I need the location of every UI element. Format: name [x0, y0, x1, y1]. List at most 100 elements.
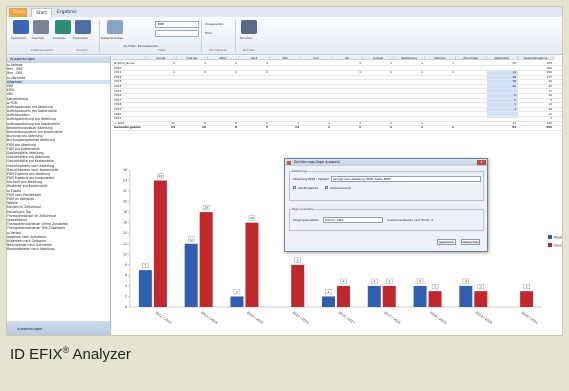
selection-button[interactable]: Auswahl: [53, 36, 66, 40]
subentries-icon[interactable]: [107, 20, 123, 34]
table-cell[interactable]: [239, 79, 270, 83]
table-cell[interactable]: 186: [518, 66, 554, 70]
table-cell[interactable]: [456, 75, 487, 79]
table-cell[interactable]: [239, 107, 270, 111]
table-cell[interactable]: 50: [518, 93, 554, 97]
table-cell[interactable]: 1: [332, 121, 363, 125]
subentries-button[interactable]: Rebeneinträge: [101, 36, 123, 40]
table-cell[interactable]: [456, 84, 487, 88]
row-header[interactable]: 2013: [112, 79, 146, 83]
cancel-button[interactable]: Abbrechen: [461, 239, 480, 245]
table-cell[interactable]: 5: [487, 98, 518, 102]
table-cell[interactable]: [394, 66, 425, 70]
tree-item[interactable]: Bestandsdaten nach Abteilung: [7, 247, 110, 251]
table-cell[interactable]: [456, 112, 487, 116]
table-cell[interactable]: 8: [487, 93, 518, 97]
table-cell[interactable]: [208, 93, 239, 97]
table-cell[interactable]: [425, 102, 456, 106]
table-cell[interactable]: [301, 66, 332, 70]
table-cell[interactable]: [270, 93, 301, 97]
report-tree[interactable]: ⊟ Abfrage Rhe - DRE Rhe - DRE ⊟ Übersicht…: [7, 63, 110, 321]
table-cell[interactable]: 196: [518, 121, 554, 125]
table-cell[interactable]: [208, 66, 239, 70]
table-cell[interactable]: [425, 93, 456, 97]
table-cell[interactable]: [456, 116, 487, 120]
table-cell[interactable]: [146, 116, 177, 120]
row-header[interactable]: 2018: [112, 102, 146, 106]
table-cell[interactable]: 1: [363, 125, 394, 129]
table-cell[interactable]: [239, 75, 270, 79]
table-cell[interactable]: [394, 102, 425, 106]
table-cell[interactable]: 8: [208, 121, 239, 125]
table-cell[interactable]: [363, 98, 394, 102]
table-cell[interactable]: [270, 98, 301, 102]
table-cell[interactable]: [146, 107, 177, 111]
table-cell[interactable]: [270, 107, 301, 111]
table-cell[interactable]: 1: [487, 102, 518, 106]
tab-start[interactable]: Start: [31, 8, 52, 17]
table-cell[interactable]: 1: [301, 125, 332, 129]
column-header[interactable]: Januar: [146, 56, 177, 61]
table-cell[interactable]: [208, 84, 239, 88]
table-cell[interactable]: [425, 75, 456, 79]
table-cell[interactable]: 2: [146, 61, 177, 65]
table-cell[interactable]: [239, 66, 270, 70]
view-select[interactable]: DRE: [155, 21, 199, 28]
table-cell[interactable]: [301, 98, 332, 102]
row-header[interactable]: 2016: [112, 93, 146, 97]
table-cell[interactable]: [270, 79, 301, 83]
row-header[interactable]: + 2011: [112, 121, 146, 125]
table-cell[interactable]: [425, 84, 456, 88]
table-cell[interactable]: 1: [394, 70, 425, 74]
table-cell[interactable]: 12: [177, 125, 208, 129]
table-cell[interactable]: [332, 79, 363, 83]
table-cell[interactable]: [456, 70, 487, 74]
table-cell[interactable]: 165: [518, 61, 554, 65]
table-cell[interactable]: [177, 89, 208, 93]
save-button[interactable]: Speichern: [437, 239, 456, 245]
table-cell[interactable]: [394, 112, 425, 116]
table-cell[interactable]: [208, 102, 239, 106]
table-cell[interactable]: [208, 116, 239, 120]
table-cell[interactable]: [301, 84, 332, 88]
table-cell[interactable]: 5: [239, 121, 270, 125]
table-cell[interactable]: [146, 102, 177, 106]
table-cell[interactable]: [239, 116, 270, 120]
table-cell[interactable]: 1: [146, 70, 177, 74]
column-header[interactable]: September: [394, 56, 425, 61]
print-icon[interactable]: [241, 20, 257, 34]
table-cell[interactable]: 24: [146, 125, 177, 129]
table-cell[interactable]: [394, 93, 425, 97]
table-cell[interactable]: [270, 89, 301, 93]
table-cell[interactable]: [425, 79, 456, 83]
pivot-grid[interactable]: Januar Februar März April Mai Juni Juli August S…: [112, 56, 562, 156]
table-cell[interactable]: [332, 89, 363, 93]
table-cell[interactable]: 352: [518, 125, 554, 129]
table-cell[interactable]: [363, 84, 394, 88]
table-cell[interactable]: [301, 75, 332, 79]
table-cell[interactable]: [332, 98, 363, 102]
table-cell[interactable]: [363, 112, 394, 116]
table-cell[interactable]: 14: [518, 102, 554, 106]
table-cell[interactable]: 1: [332, 70, 363, 74]
table-cell[interactable]: 1: [394, 61, 425, 65]
column-header[interactable]: Gesamtergebnis: [518, 56, 554, 61]
column-header[interactable]: [112, 56, 146, 61]
save-icon[interactable]: [13, 20, 29, 34]
table-cell[interactable]: [239, 102, 270, 106]
table-cell[interactable]: [301, 61, 332, 65]
table-cell[interactable]: 1: [425, 61, 456, 65]
table-cell[interactable]: [394, 75, 425, 79]
table-cell[interactable]: 1: [301, 121, 332, 125]
table-cell[interactable]: [456, 79, 487, 83]
column-header[interactable]: Oktober: [425, 56, 456, 61]
column-header[interactable]: Juli: [332, 56, 363, 61]
table-cell[interactable]: 4: [487, 107, 518, 111]
table-cell[interactable]: [208, 107, 239, 111]
selection-dialog[interactable]: Einführungs-Tage Auswahl ✕ Abteilung Abt…: [284, 158, 488, 252]
table-cell[interactable]: [146, 79, 177, 83]
table-cell[interactable]: [456, 102, 487, 106]
table-cell[interactable]: 3: [394, 125, 425, 129]
table-cell[interactable]: 1: [332, 125, 363, 129]
table-cell[interactable]: [208, 75, 239, 79]
